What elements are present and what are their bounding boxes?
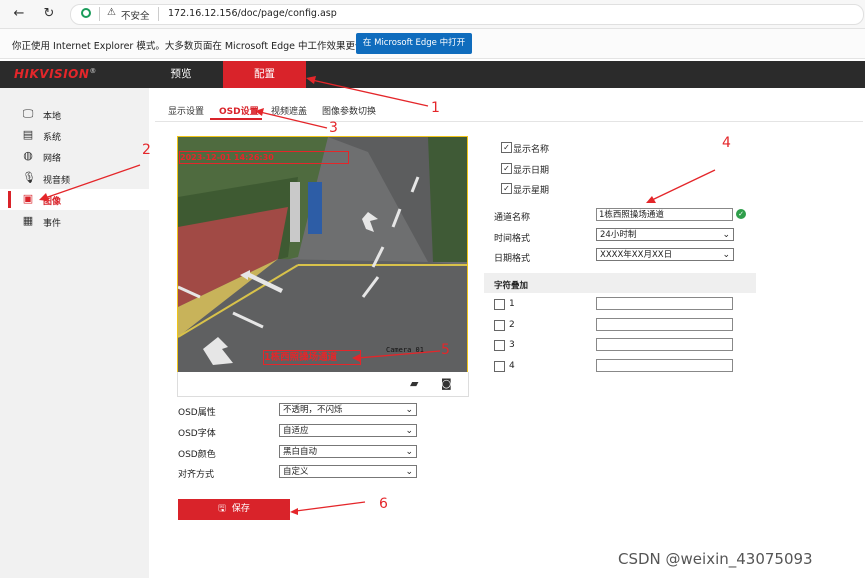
annotation-arrow-5 [357,350,441,359]
annotation-label-6: 6 [379,496,388,512]
annotation-arrows [39,76,716,515]
annotation-arrow-1 [311,79,429,107]
annotation-arrow-6 [295,501,366,512]
annotation-label-1: 1 [431,100,440,116]
annotation-label-3: 3 [329,120,338,136]
annotation-label-5: 5 [441,342,450,358]
annotation-arrow-4 [651,169,716,201]
annotation-label-2: 2 [142,142,151,158]
annotation-arrow-3 [259,111,328,129]
annotation-arrow-2 [44,164,141,199]
annotation-label-4: 4 [722,135,731,151]
watermark: CSDN @weixin_43075093 [618,550,813,568]
